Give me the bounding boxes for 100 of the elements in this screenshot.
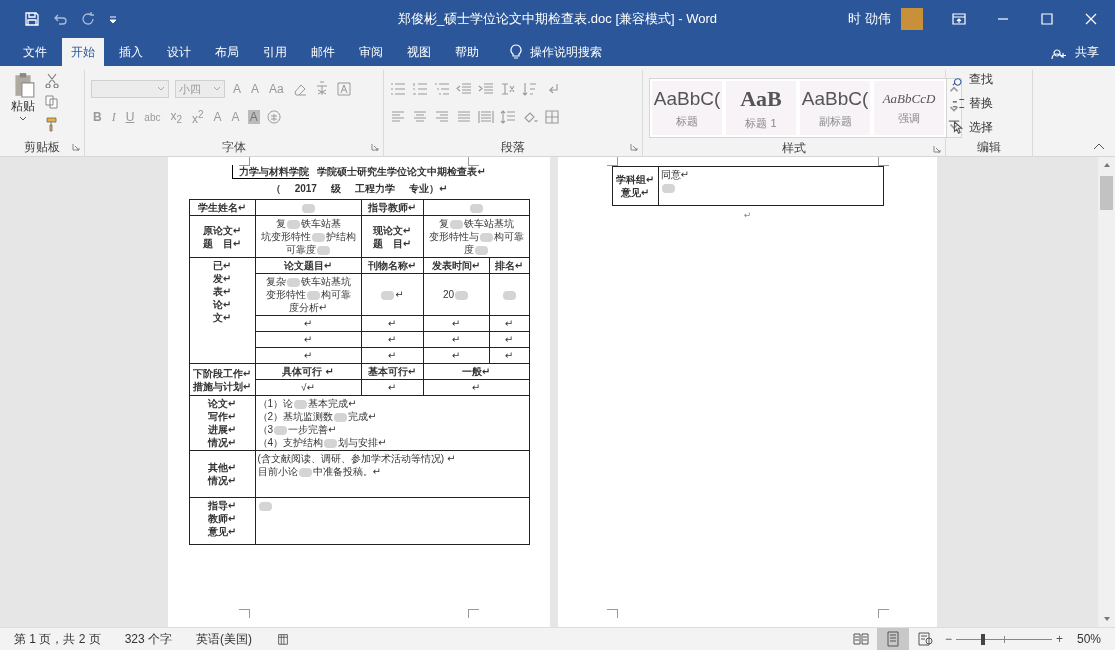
ribbon-tab[interactable]: 设计 xyxy=(158,38,200,66)
cell-text: 论↵ xyxy=(212,299,232,310)
group-label: 编辑 xyxy=(977,138,1001,156)
form-subtitle: 专业）↵ xyxy=(408,182,448,195)
tell-me-search[interactable]: 操作说明搜索 xyxy=(530,43,602,61)
paste-button[interactable]: 粘贴 xyxy=(6,72,40,136)
cell-text: 铁车站基坑 xyxy=(300,276,351,287)
cell-text: ↵ xyxy=(387,334,397,345)
cell-text: ↵ xyxy=(451,334,461,345)
window-title: 郑俊彬_硕士学位论文中期检查表.doc [兼容模式] - Word xyxy=(397,10,718,28)
cell-text: 目前小论 xyxy=(257,466,298,477)
cell-text: 复 xyxy=(275,218,286,229)
cell-text: 基本可行↵ xyxy=(367,366,417,377)
cell-text: √↵ xyxy=(301,382,315,393)
cell-text: 原论文↵ xyxy=(202,224,242,236)
ribbon-tab[interactable]: 审阅 xyxy=(350,38,392,66)
user-name[interactable]: 时 劭伟 xyxy=(848,10,891,28)
cell-text: 教师↵ xyxy=(207,513,237,524)
cell-text: 坑变形特性 xyxy=(260,231,311,242)
form-subtitle: 工程力学 xyxy=(354,182,395,195)
cell-text: 排名↵ xyxy=(494,260,524,271)
editing-button[interactable]: 查找 xyxy=(952,70,1026,88)
cell-text: ↵ xyxy=(387,318,397,329)
cell-text: 现论文↵ xyxy=(372,224,412,236)
cell-text: 下阶段工作↵ xyxy=(192,367,252,379)
form-subtitle: （ xyxy=(270,182,281,195)
ribbon-tab[interactable]: 视图 xyxy=(398,38,440,66)
cell-text: 题 目↵ xyxy=(202,237,242,249)
paragraph-mark: ↵ xyxy=(743,210,752,220)
cell-text: 复 xyxy=(438,218,449,229)
form-subtitle: 级 xyxy=(330,182,341,195)
language-indicator[interactable]: 英语(美国) xyxy=(196,630,253,648)
ribbon-tab[interactable]: 帮助 xyxy=(446,38,488,66)
zoom-out-button[interactable]: − xyxy=(940,632,956,646)
editing-button[interactable]: 替换 xyxy=(952,94,1026,112)
style-item[interactable]: AaBbC( 标题 xyxy=(652,81,722,135)
cell-text: 构可靠 xyxy=(493,231,524,242)
cell-text: （3 xyxy=(257,424,274,435)
cell-text: 一般↵ xyxy=(461,366,491,377)
cell-text: ↵ xyxy=(451,318,461,329)
form-title-college: 力学与材料学院 xyxy=(232,165,310,179)
cell-text: 学生姓名↵ xyxy=(197,202,247,213)
cell-text: 中准备投稿。↵ xyxy=(312,466,381,477)
cell-text: 措施与计划↵ xyxy=(192,380,252,392)
ribbon-tab[interactable]: 插入 xyxy=(110,38,152,66)
cell-text: 文↵ xyxy=(212,312,232,323)
cell-text: 划与安排↵ xyxy=(338,437,387,448)
zoom-in-button[interactable]: + xyxy=(1051,632,1067,646)
cell-text: 度分析↵ xyxy=(288,302,328,313)
cell-text: 指导↵ xyxy=(207,500,237,511)
cell-text: 发↵ xyxy=(212,273,232,284)
cell-text: 具体可行 ↵ xyxy=(282,366,334,377)
cell-text: 复杂 xyxy=(265,276,286,287)
cell-text: 其他↵ xyxy=(207,462,237,473)
cell-text: 完成↵ xyxy=(348,411,377,422)
cell-text: （1）论 xyxy=(257,398,294,409)
cell-text: 20 xyxy=(442,289,455,300)
cell-text: 变形特性 xyxy=(265,289,306,300)
cell-text: （2）基坑监测数 xyxy=(257,411,334,422)
cell-text: ↵ xyxy=(387,350,397,361)
cell-text: 题 目↵ xyxy=(372,237,412,249)
cell-text: ↵ xyxy=(387,382,397,393)
cell-text: ↵ xyxy=(303,318,313,329)
word-count[interactable]: 323 个字 xyxy=(124,630,173,648)
zoom-level[interactable]: 50% xyxy=(1076,632,1101,646)
cell-text: 基本完成↵ xyxy=(308,398,357,409)
cell-text: 护结构 xyxy=(325,231,356,242)
cell-text: 铁车站基坑 xyxy=(463,218,514,229)
page-count[interactable]: 第 1 页，共 2 页 xyxy=(14,630,101,648)
style-item[interactable]: AaB 标题 1 xyxy=(726,81,796,135)
cell-text: 表↵ xyxy=(212,286,232,297)
cell-text: 论文↵ xyxy=(207,398,237,409)
cell-text: 论文题目↵ xyxy=(283,260,333,271)
ribbon-tab[interactable]: 文件 xyxy=(14,38,56,66)
style-item[interactable]: AaBbCcD 强调 xyxy=(874,81,944,135)
cell-text: ↵ xyxy=(504,318,514,329)
cell-text: ↵ xyxy=(303,350,313,361)
cell-text: 写作↵ xyxy=(207,411,237,422)
group-label: 段落 xyxy=(501,138,525,156)
cell-text: 铁车站基 xyxy=(300,218,341,229)
cell-text: ↵ xyxy=(303,334,313,345)
ribbon-tab[interactable]: 布局 xyxy=(206,38,248,66)
cell-text: 情况↵ xyxy=(207,437,237,448)
cell-text: 变形特性与 xyxy=(428,231,479,242)
group-label: 字体 xyxy=(222,138,246,156)
group-label: 样式 xyxy=(782,140,806,157)
cell-text: 同意↵ xyxy=(660,169,689,180)
group-label: 剪贴板 xyxy=(24,138,60,156)
cell-text: 意见↵ xyxy=(207,526,237,537)
ribbon-tab[interactable]: 引用 xyxy=(254,38,296,66)
ribbon-tab[interactable]: 开始 xyxy=(62,38,104,66)
style-item[interactable]: AaBbC( 副标题 xyxy=(800,81,870,135)
share-button[interactable]: 共享 xyxy=(1073,38,1115,66)
cell-text: 一步完善↵ xyxy=(288,424,337,435)
cell-text: 发表时间↵ xyxy=(431,260,481,271)
cell-text: (含文献阅读、调研、参加学术活动等情况) ↵ xyxy=(257,453,456,464)
ribbon-tab[interactable]: 邮件 xyxy=(302,38,344,66)
cell-text: 意见↵ xyxy=(620,187,650,198)
editing-button[interactable]: 选择 xyxy=(952,118,1026,136)
cell-text: ↵ xyxy=(471,382,481,393)
